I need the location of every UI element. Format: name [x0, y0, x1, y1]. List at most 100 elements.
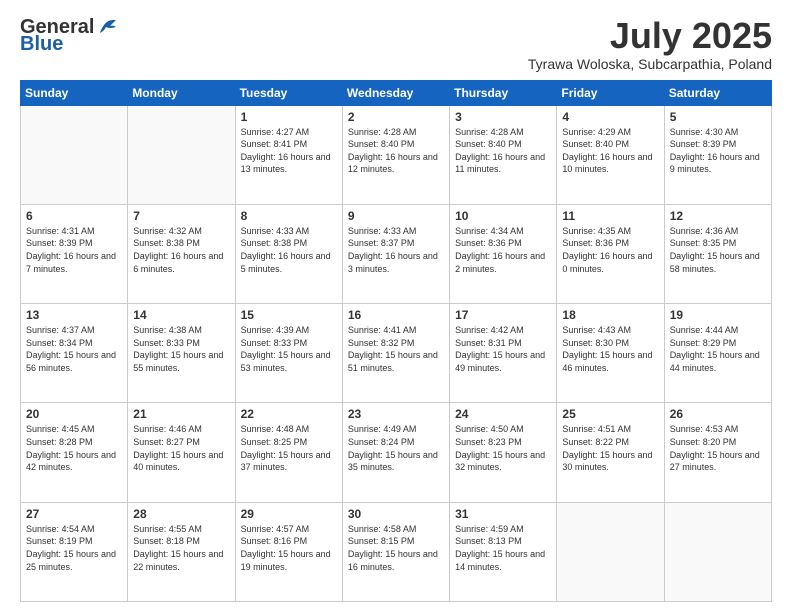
day-info: Sunrise: 4:42 AM Sunset: 8:31 PM Dayligh… — [455, 324, 551, 374]
day-number: 13 — [26, 308, 122, 322]
calendar-cell: 12 Sunrise: 4:36 AM Sunset: 8:35 PM Dayli… — [664, 204, 771, 303]
calendar-week-row: 27 Sunrise: 4:54 AM Sunset: 8:19 PM Dayli… — [21, 502, 772, 601]
calendar-cell: 7Sunrise: 4:32 AM Sunset: 8:38 PM Daylig… — [128, 204, 235, 303]
calendar-cell: 9 Sunrise: 4:33 AM Sunset: 8:37 PM Daylig… — [342, 204, 449, 303]
logo-bird-icon — [96, 17, 118, 35]
day-info: Sunrise: 4:43 AM Sunset: 8:30 PM Dayligh… — [562, 324, 658, 374]
calendar-cell: 13 Sunrise: 4:37 AM Sunset: 8:34 PM Dayli… — [21, 304, 128, 403]
day-info: Sunrise: 4:37 AM Sunset: 8:34 PM Dayligh… — [26, 324, 122, 374]
day-number: 11 — [562, 209, 658, 223]
calendar-day-header: Tuesday — [235, 80, 342, 105]
day-info: Sunrise: 4:31 AM Sunset: 8:39 PM Dayligh… — [26, 225, 122, 275]
day-info: Sunrise: 4:49 AM Sunset: 8:24 PM Dayligh… — [348, 423, 444, 473]
day-info: Sunrise: 4:33 AM Sunset: 8:38 PM Dayligh… — [241, 225, 337, 275]
calendar-table: SundayMondayTuesdayWednesdayThursdayFrid… — [20, 80, 772, 602]
calendar-cell: 22Sunrise: 4:48 AM Sunset: 8:25 PM Dayli… — [235, 403, 342, 502]
day-info: Sunrise: 4:32 AM Sunset: 8:38 PM Dayligh… — [133, 225, 229, 275]
calendar-cell: 31 Sunrise: 4:59 AM Sunset: 8:13 PM Dayli… — [450, 502, 557, 601]
calendar-cell: 27 Sunrise: 4:54 AM Sunset: 8:19 PM Dayli… — [21, 502, 128, 601]
day-info: Sunrise: 4:35 AM Sunset: 8:36 PM Dayligh… — [562, 225, 658, 275]
day-info: Sunrise: 4:55 AM Sunset: 8:18 PM Dayligh… — [133, 523, 229, 573]
day-number: 3 — [455, 110, 551, 124]
day-number: 28 — [133, 507, 229, 521]
day-number: 4 — [562, 110, 658, 124]
calendar-day-header: Thursday — [450, 80, 557, 105]
day-info: Sunrise: 4:48 AM Sunset: 8:25 PM Dayligh… — [241, 423, 337, 473]
calendar-cell: 4 Sunrise: 4:29 AM Sunset: 8:40 PM Daylig… — [557, 105, 664, 204]
day-info: Sunrise: 4:33 AM Sunset: 8:37 PM Dayligh… — [348, 225, 444, 275]
day-number: 17 — [455, 308, 551, 322]
day-info: Sunrise: 4:38 AM Sunset: 8:33 PM Dayligh… — [133, 324, 229, 374]
calendar-cell: 8Sunrise: 4:33 AM Sunset: 8:38 PM Daylig… — [235, 204, 342, 303]
calendar-day-header: Friday — [557, 80, 664, 105]
calendar-cell: 11 Sunrise: 4:35 AM Sunset: 8:36 PM Dayli… — [557, 204, 664, 303]
day-info: Sunrise: 4:30 AM Sunset: 8:39 PM Dayligh… — [670, 126, 766, 176]
day-number: 27 — [26, 507, 122, 521]
calendar-cell: 3Sunrise: 4:28 AM Sunset: 8:40 PM Daylig… — [450, 105, 557, 204]
day-number: 14 — [133, 308, 229, 322]
day-number: 29 — [241, 507, 337, 521]
calendar-cell: 14 Sunrise: 4:38 AM Sunset: 8:33 PM Dayli… — [128, 304, 235, 403]
logo-blue: Blue — [20, 33, 63, 56]
calendar-cell: 17 Sunrise: 4:42 AM Sunset: 8:31 PM Dayli… — [450, 304, 557, 403]
day-number: 1 — [241, 110, 337, 124]
calendar-cell — [128, 105, 235, 204]
day-info: Sunrise: 4:27 AM Sunset: 8:41 PM Dayligh… — [241, 126, 337, 176]
calendar-cell: 1 Sunrise: 4:27 AM Sunset: 8:41 PM Daylig… — [235, 105, 342, 204]
calendar-week-row: 20 Sunrise: 4:45 AM Sunset: 8:28 PM Dayli… — [21, 403, 772, 502]
calendar-cell: 18Sunrise: 4:43 AM Sunset: 8:30 PM Dayli… — [557, 304, 664, 403]
calendar-week-row: 6 Sunrise: 4:31 AM Sunset: 8:39 PM Daylig… — [21, 204, 772, 303]
calendar-cell: 20 Sunrise: 4:45 AM Sunset: 8:28 PM Dayli… — [21, 403, 128, 502]
calendar-cell: 5 Sunrise: 4:30 AM Sunset: 8:39 PM Daylig… — [664, 105, 771, 204]
calendar-cell: 2 Sunrise: 4:28 AM Sunset: 8:40 PM Daylig… — [342, 105, 449, 204]
calendar-cell: 6 Sunrise: 4:31 AM Sunset: 8:39 PM Daylig… — [21, 204, 128, 303]
day-info: Sunrise: 4:51 AM Sunset: 8:22 PM Dayligh… — [562, 423, 658, 473]
day-number: 15 — [241, 308, 337, 322]
calendar-cell: 25 Sunrise: 4:51 AM Sunset: 8:22 PM Dayli… — [557, 403, 664, 502]
calendar-header-row: SundayMondayTuesdayWednesdayThursdayFrid… — [21, 80, 772, 105]
day-info: Sunrise: 4:45 AM Sunset: 8:28 PM Dayligh… — [26, 423, 122, 473]
month-title: July 2025 — [528, 16, 772, 56]
day-number: 23 — [348, 407, 444, 421]
day-number: 9 — [348, 209, 444, 223]
calendar-week-row: 1 Sunrise: 4:27 AM Sunset: 8:41 PM Daylig… — [21, 105, 772, 204]
day-info: Sunrise: 4:29 AM Sunset: 8:40 PM Dayligh… — [562, 126, 658, 176]
page: General Blue July 2025 Tyrawa Woloska, S… — [0, 0, 792, 612]
title-block: July 2025 Tyrawa Woloska, Subcarpathia, … — [528, 16, 772, 72]
day-info: Sunrise: 4:39 AM Sunset: 8:33 PM Dayligh… — [241, 324, 337, 374]
day-number: 25 — [562, 407, 658, 421]
day-number: 20 — [26, 407, 122, 421]
location-title: Tyrawa Woloska, Subcarpathia, Poland — [528, 56, 772, 72]
day-info: Sunrise: 4:59 AM Sunset: 8:13 PM Dayligh… — [455, 523, 551, 573]
calendar-cell — [557, 502, 664, 601]
day-number: 21 — [133, 407, 229, 421]
calendar-cell: 10Sunrise: 4:34 AM Sunset: 8:36 PM Dayli… — [450, 204, 557, 303]
day-number: 31 — [455, 507, 551, 521]
day-info: Sunrise: 4:44 AM Sunset: 8:29 PM Dayligh… — [670, 324, 766, 374]
day-number: 19 — [670, 308, 766, 322]
calendar-week-row: 13 Sunrise: 4:37 AM Sunset: 8:34 PM Dayli… — [21, 304, 772, 403]
calendar-cell: 30Sunrise: 4:58 AM Sunset: 8:15 PM Dayli… — [342, 502, 449, 601]
day-number: 26 — [670, 407, 766, 421]
day-info: Sunrise: 4:41 AM Sunset: 8:32 PM Dayligh… — [348, 324, 444, 374]
day-info: Sunrise: 4:28 AM Sunset: 8:40 PM Dayligh… — [348, 126, 444, 176]
calendar-cell: 29 Sunrise: 4:57 AM Sunset: 8:16 PM Dayli… — [235, 502, 342, 601]
day-number: 5 — [670, 110, 766, 124]
day-number: 30 — [348, 507, 444, 521]
day-info: Sunrise: 4:57 AM Sunset: 8:16 PM Dayligh… — [241, 523, 337, 573]
day-number: 12 — [670, 209, 766, 223]
calendar-cell: 19 Sunrise: 4:44 AM Sunset: 8:29 PM Dayli… — [664, 304, 771, 403]
calendar-day-header: Monday — [128, 80, 235, 105]
calendar-cell: 23 Sunrise: 4:49 AM Sunset: 8:24 PM Dayli… — [342, 403, 449, 502]
day-info: Sunrise: 4:36 AM Sunset: 8:35 PM Dayligh… — [670, 225, 766, 275]
calendar-cell: 26Sunrise: 4:53 AM Sunset: 8:20 PM Dayli… — [664, 403, 771, 502]
header: General Blue July 2025 Tyrawa Woloska, S… — [20, 16, 772, 72]
day-info: Sunrise: 4:50 AM Sunset: 8:23 PM Dayligh… — [455, 423, 551, 473]
day-number: 6 — [26, 209, 122, 223]
day-number: 2 — [348, 110, 444, 124]
day-info: Sunrise: 4:34 AM Sunset: 8:36 PM Dayligh… — [455, 225, 551, 275]
calendar-cell: 15 Sunrise: 4:39 AM Sunset: 8:33 PM Dayli… — [235, 304, 342, 403]
day-info: Sunrise: 4:54 AM Sunset: 8:19 PM Dayligh… — [26, 523, 122, 573]
calendar-day-header: Saturday — [664, 80, 771, 105]
calendar-cell: 24Sunrise: 4:50 AM Sunset: 8:23 PM Dayli… — [450, 403, 557, 502]
